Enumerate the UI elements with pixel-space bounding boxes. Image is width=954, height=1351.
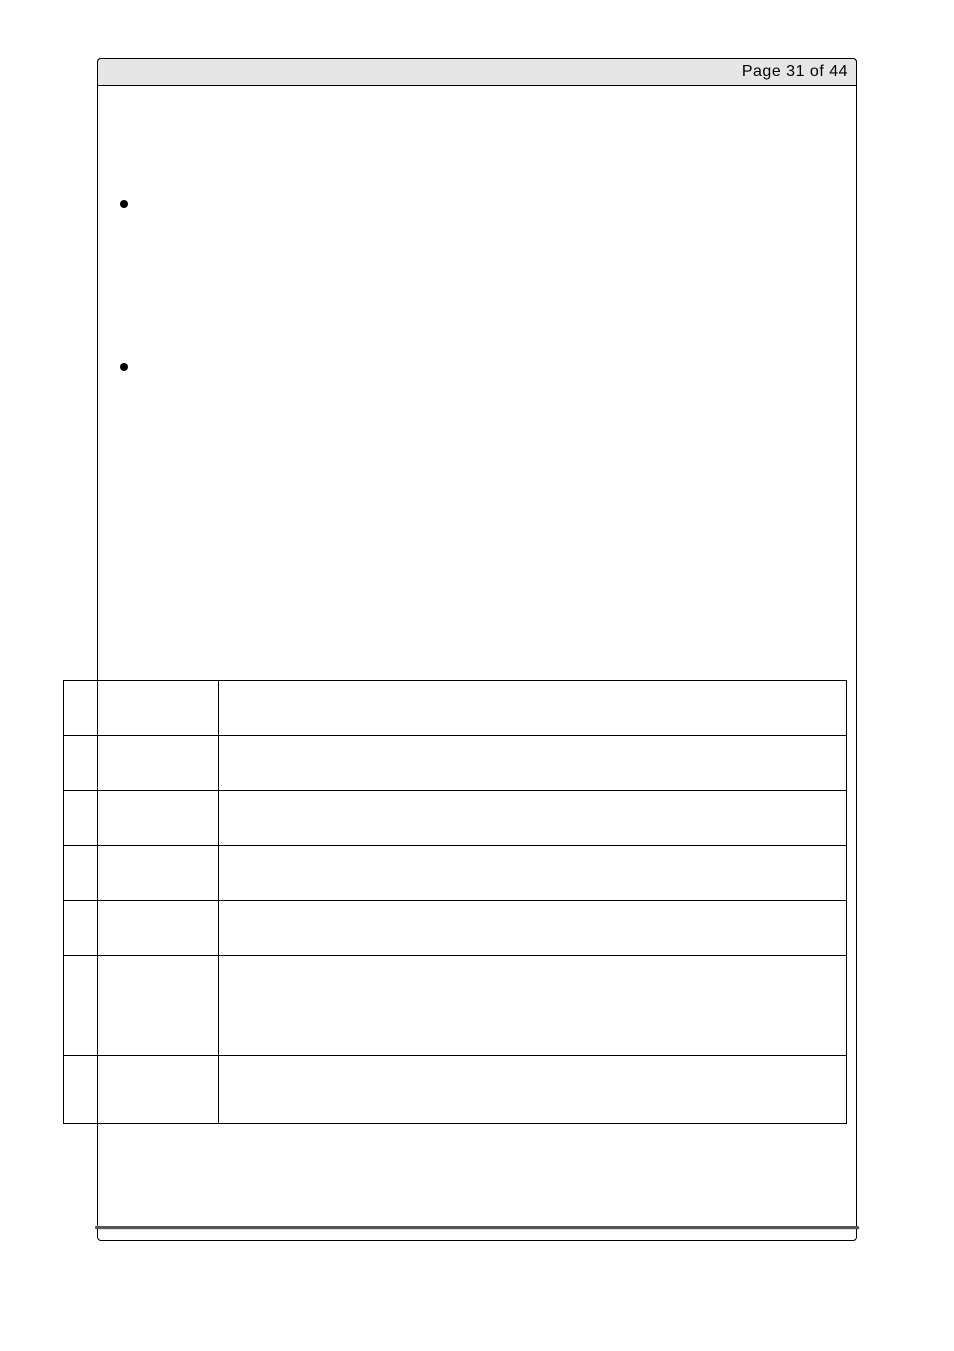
table-cell	[64, 846, 219, 901]
footer-divider	[95, 1226, 859, 1229]
table-row	[64, 791, 847, 846]
table-cell	[64, 901, 219, 956]
table-cell	[64, 681, 219, 736]
bullet-icon	[120, 363, 128, 371]
bullet-icon	[120, 200, 128, 208]
document-page: Page 31 of 44	[0, 0, 954, 1351]
table-row	[64, 681, 847, 736]
data-table	[63, 680, 847, 1124]
table-cell	[64, 956, 219, 1056]
page-number-label: Page 31 of 44	[742, 63, 848, 81]
table-row	[64, 846, 847, 901]
table-row	[64, 956, 847, 1056]
table-cell	[218, 901, 846, 956]
table-cell	[64, 736, 219, 791]
table-cell	[64, 1056, 219, 1124]
table-cell	[218, 956, 846, 1056]
table-row	[64, 901, 847, 956]
table-cell	[218, 1056, 846, 1124]
table-row	[64, 736, 847, 791]
table-cell	[218, 791, 846, 846]
table-cell	[218, 846, 846, 901]
table-cell	[218, 736, 846, 791]
table-row	[64, 1056, 847, 1124]
page-header-banner: Page 31 of 44	[97, 58, 857, 86]
table-cell	[64, 791, 219, 846]
table-cell	[218, 681, 846, 736]
